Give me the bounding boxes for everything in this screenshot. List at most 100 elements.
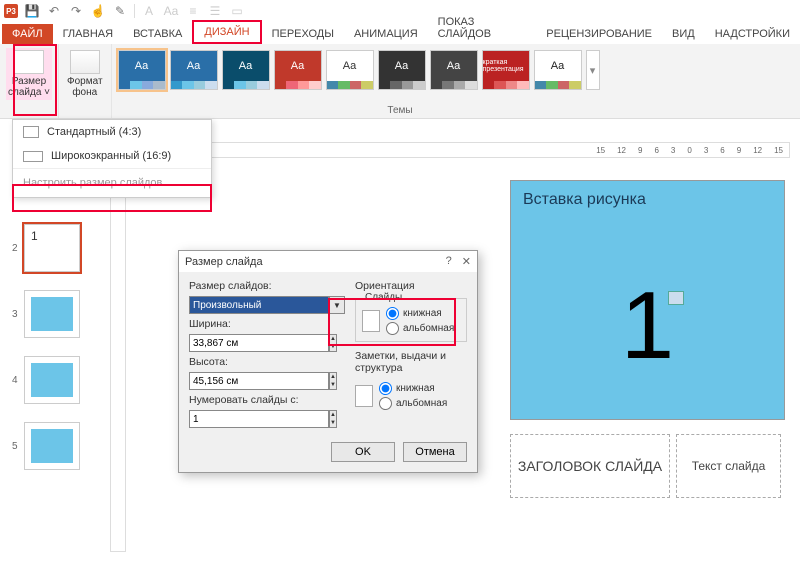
thumb-number: 5	[12, 441, 20, 452]
dialog-buttons: OK Отмена	[179, 436, 477, 472]
format-background-label: Формат фона	[67, 76, 103, 98]
ok-button[interactable]: OK	[331, 442, 395, 462]
font-case-icon[interactable]: Aa	[163, 3, 179, 19]
theme-item[interactable]: Aa	[534, 50, 582, 90]
ribbon-group-bg: Формат фона	[59, 44, 112, 118]
placeholders: ЗАГОЛОВОК СЛАЙДА Текст слайда	[510, 434, 785, 498]
number-from-spinner[interactable]: ▲▼	[189, 410, 239, 428]
tab-view[interactable]: ВИД	[662, 24, 705, 44]
theme-item[interactable]: Aa	[170, 50, 218, 90]
slide-size-widescreen[interactable]: Широкоэкранный (16:9)	[13, 144, 211, 168]
dropdown-label: Широкоэкранный (16:9)	[51, 150, 171, 162]
paint-icon[interactable]: ✎	[112, 3, 128, 19]
title-placeholder[interactable]: ЗАГОЛОВОК СЛАЙДА	[510, 434, 670, 498]
height-label: Высота:	[189, 356, 345, 368]
thumb-row[interactable]: 2 1	[12, 224, 94, 272]
tab-transitions[interactable]: ПЕРЕХОДЫ	[262, 24, 344, 44]
spin-up-icon[interactable]: ▲	[330, 373, 336, 381]
save-icon[interactable]: 💾	[24, 3, 40, 19]
spin-up-icon[interactable]: ▲	[330, 411, 336, 419]
theme-item[interactable]: Aa	[326, 50, 374, 90]
width-spinner[interactable]: ▲▼	[189, 334, 269, 352]
theme-more[interactable]: ▾	[586, 50, 600, 90]
width-input[interactable]	[189, 334, 329, 352]
tab-insert[interactable]: ВСТАВКА	[123, 24, 192, 44]
touch-icon[interactable]: ☝	[90, 3, 106, 19]
dropdown-label: Настроить размер слайдов...	[23, 177, 172, 189]
theme-item[interactable]: краткая презентация	[482, 50, 530, 90]
slides-landscape-radio[interactable]: альбомная	[386, 322, 454, 335]
dropdown-label: Стандартный (4:3)	[47, 126, 141, 138]
cancel-button[interactable]: Отмена	[403, 442, 467, 462]
theme-item[interactable]: Aa	[378, 50, 426, 90]
size-value[interactable]	[189, 296, 329, 314]
spin-down-icon[interactable]: ▼	[330, 343, 336, 351]
tab-design[interactable]: ДИЗАЙН	[192, 20, 261, 44]
aspect-icon	[23, 151, 43, 162]
slide-size-dropdown: Стандартный (4:3) Широкоэкранный (16:9) …	[12, 119, 212, 198]
close-icon[interactable]: ✕	[462, 255, 471, 268]
theme-item[interactable]: Aa	[222, 50, 270, 90]
separator	[134, 4, 135, 18]
numbering-icon[interactable]: ☰	[207, 3, 223, 19]
thumb-row[interactable]: 5	[12, 422, 94, 470]
format-background-button[interactable]: Формат фона	[65, 48, 105, 100]
slide-preview[interactable]: Вставка рисунка 1	[510, 180, 785, 420]
width-label: Ширина:	[189, 318, 345, 330]
slide-thumbnail[interactable]: 1	[24, 224, 80, 272]
slide-thumbnail[interactable]	[24, 290, 80, 338]
dialog-title: Размер слайда	[185, 256, 263, 268]
number-from-label: Нумеровать слайды с:	[189, 394, 345, 406]
page-icon	[355, 385, 373, 407]
slide-size-dialog: Размер слайда ? ✕ Размер слайдов: ▼ Шири…	[178, 250, 478, 473]
notes-label: Заметки, выдачи и структура	[355, 350, 467, 374]
tab-home[interactable]: ГЛАВНАЯ	[53, 24, 123, 44]
redo-icon[interactable]: ↷	[68, 3, 84, 19]
theme-item[interactable]: Aa	[118, 50, 166, 90]
themes-gallery[interactable]: Aa Aa Aa Aa Aa Aa Aa краткая презентация…	[112, 44, 606, 118]
slide-thumbnails: 2 1 3 4 5	[12, 224, 94, 470]
font-color-icon[interactable]: A	[141, 3, 157, 19]
thumb-number: 2	[12, 243, 20, 254]
spin-down-icon[interactable]: ▼	[330, 381, 336, 389]
horizontal-ruler: 151296303691215	[128, 142, 790, 158]
tab-file[interactable]: ФАЙЛ	[2, 24, 53, 44]
slide-size-custom[interactable]: Настроить размер слайдов...	[13, 168, 211, 197]
slide-number-large: 1	[511, 271, 784, 381]
bullets-icon[interactable]: ≡	[185, 3, 201, 19]
size-select[interactable]: ▼	[189, 296, 345, 314]
quick-access-toolbar: P3 💾 ↶ ↷ ☝ ✎ A Aa ≡ ☰ ▭	[0, 0, 800, 22]
slide-size-standard[interactable]: Стандартный (4:3)	[13, 120, 211, 144]
slide-size-button[interactable]: Размер слайда ˅	[6, 48, 52, 100]
tab-slideshow[interactable]: ПОКАЗ СЛАЙДОВ	[428, 12, 537, 44]
tab-review[interactable]: РЕЦЕНЗИРОВАНИЕ	[536, 24, 662, 44]
orientation-label: Ориентация	[355, 280, 467, 292]
ribbon-group-size: Размер слайда ˅	[0, 44, 59, 118]
slides-orientation-group: Слайды книжная альбомная	[355, 298, 467, 342]
vertical-ruler	[110, 158, 126, 552]
notes-landscape-radio[interactable]: альбомная	[379, 397, 447, 410]
height-spinner[interactable]: ▲▼	[189, 372, 269, 390]
shapes-icon[interactable]: ▭	[229, 3, 245, 19]
size-label: Размер слайдов:	[189, 280, 345, 292]
theme-item[interactable]: Aa	[274, 50, 322, 90]
theme-item[interactable]: Aa	[430, 50, 478, 90]
thumb-row[interactable]: 4	[12, 356, 94, 404]
notes-portrait-radio[interactable]: книжная	[379, 382, 447, 395]
text-placeholder[interactable]: Текст слайда	[676, 434, 781, 498]
thumb-row[interactable]: 3	[12, 290, 94, 338]
thumb-number: 3	[12, 309, 20, 320]
spin-down-icon[interactable]: ▼	[330, 419, 336, 427]
slide-thumbnail[interactable]	[24, 422, 80, 470]
undo-icon[interactable]: ↶	[46, 3, 62, 19]
slide-thumbnail[interactable]	[24, 356, 80, 404]
help-icon[interactable]: ?	[446, 255, 452, 268]
height-input[interactable]	[189, 372, 329, 390]
tab-addins[interactable]: НАДСТРОЙКИ	[705, 24, 800, 44]
spin-up-icon[interactable]: ▲	[330, 335, 336, 343]
tab-animation[interactable]: АНИМАЦИЯ	[344, 24, 428, 44]
number-from-input[interactable]	[189, 410, 329, 428]
slides-portrait-radio[interactable]: книжная	[386, 307, 454, 320]
slide-size-icon	[14, 50, 44, 74]
chevron-down-icon[interactable]: ▼	[329, 296, 345, 314]
